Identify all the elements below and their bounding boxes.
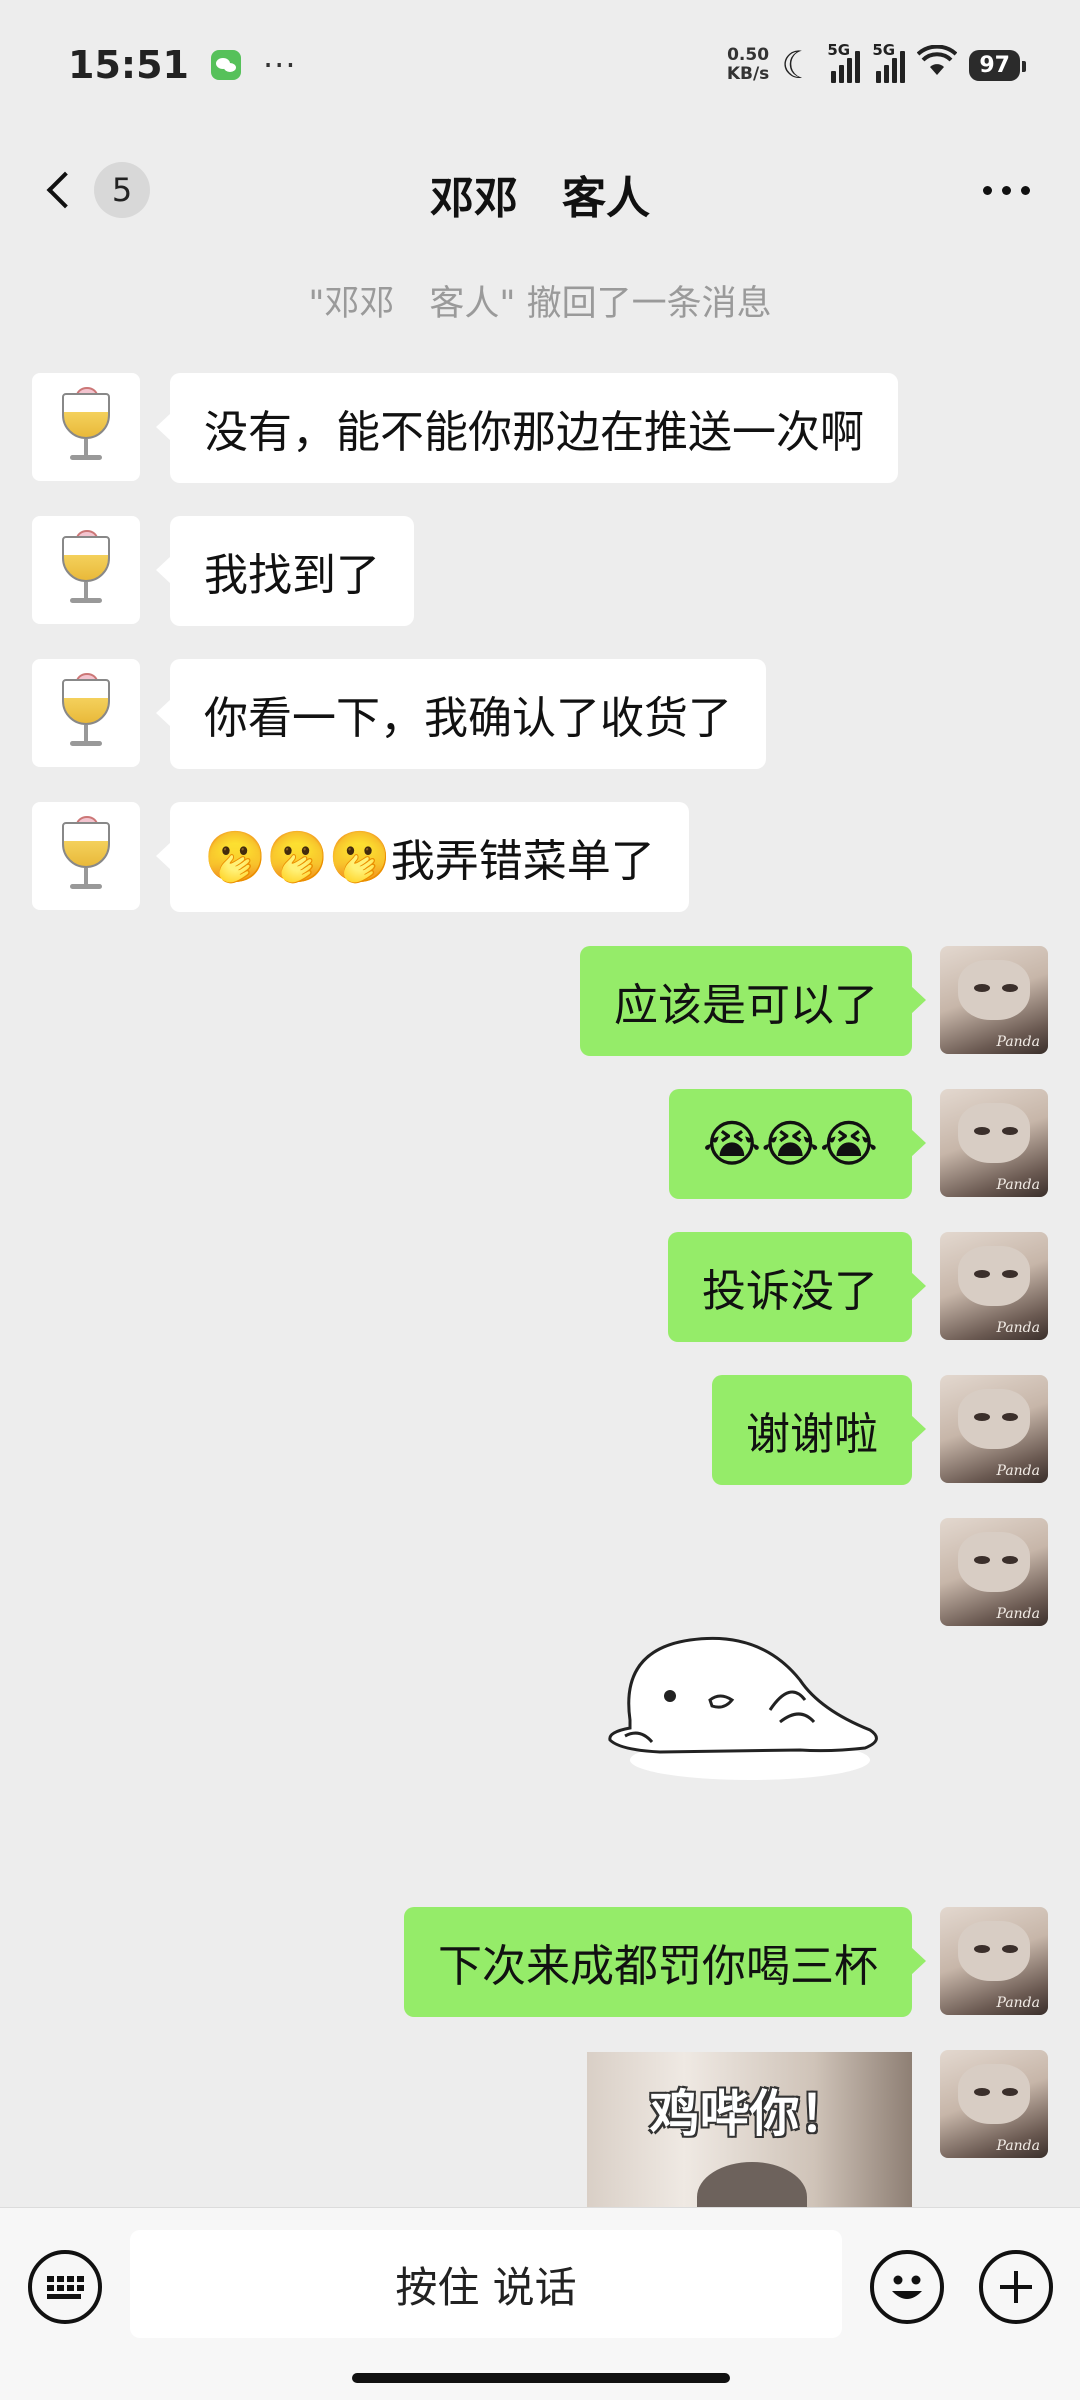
my-avatar[interactable]: Panda — [940, 946, 1048, 1054]
cat-photo — [697, 2162, 807, 2207]
more-functions-button[interactable] — [979, 2250, 1053, 2324]
network-speed: 0.50 KB/s — [727, 46, 769, 84]
emoji-button[interactable] — [870, 2250, 944, 2324]
sim1-network-type: 5G — [827, 41, 851, 59]
keyboard-icon — [46, 2275, 84, 2299]
network-speed-value: 0.50 — [727, 45, 770, 65]
message-bubble[interactable]: 投诉没了 — [668, 1232, 926, 1342]
plus-icon — [1000, 2271, 1032, 2303]
message-bubble[interactable]: 应该是可以了 — [580, 946, 926, 1056]
wine-glass-icon — [56, 816, 116, 896]
network-speed-unit: KB/s — [726, 64, 770, 84]
image-message[interactable]: 鸡哔你！ — [587, 2052, 912, 2207]
status-bar: 15:51 ··· 0.50 KB/s ☾ 5G 5G 97 — [0, 0, 1080, 130]
more-options-button[interactable] — [983, 186, 1030, 195]
chat-title: 邓邓 客人 — [430, 173, 650, 224]
avatar-label: Panda — [996, 1463, 1040, 1479]
sim2-network-type: 5G — [872, 41, 896, 59]
message-bubble[interactable]: 🫢🫢🫢 我弄错菜单了 — [156, 802, 689, 912]
message-bubble[interactable]: 没有，能不能你那边在推送一次啊 — [156, 373, 898, 483]
wine-glass-icon — [56, 530, 116, 610]
status-time: 15:51 — [68, 43, 189, 87]
contact-avatar[interactable] — [32, 659, 140, 767]
status-left: 15:51 ··· — [68, 43, 296, 87]
recall-notice: "邓邓 客人" 撤回了一条消息 — [308, 284, 772, 324]
avatar-label: Panda — [996, 1034, 1040, 1050]
message-bubble[interactable]: 😭😭😭 — [668, 1089, 927, 1199]
home-indicator[interactable] — [352, 2373, 730, 2383]
message-bubble[interactable]: 我找到了 — [156, 516, 414, 626]
avatar-label: Panda — [996, 1995, 1040, 2011]
message-text: 我弄错菜单了 — [390, 836, 655, 887]
message-bubble[interactable]: 下次来成都罚你喝三杯 — [404, 1907, 926, 2017]
contact-avatar[interactable] — [32, 802, 140, 910]
smiley-icon — [892, 2275, 922, 2299]
avatar-label: Panda — [996, 2138, 1040, 2154]
chat-header: 5 邓邓 客人 — [0, 130, 1080, 255]
wechat-notification-icon — [210, 50, 241, 80]
battery-level: 97 — [969, 49, 1026, 81]
signal-sim2-icon: 5G — [872, 41, 906, 83]
avatar-label: Panda — [996, 1177, 1040, 1193]
my-avatar[interactable]: Panda — [940, 1232, 1048, 1340]
my-avatar[interactable]: Panda — [940, 1375, 1048, 1483]
contact-avatar[interactable] — [32, 373, 140, 481]
wine-glass-icon — [56, 673, 116, 753]
keyboard-toggle-button[interactable] — [28, 2250, 102, 2324]
signal-sim1-icon: 5G — [827, 41, 861, 83]
avatar-label: Panda — [996, 1606, 1040, 1622]
more-notifications-icon: ··· — [262, 46, 297, 84]
wifi-icon — [917, 44, 958, 85]
hold-to-talk-button[interactable]: 按住 说话 — [130, 2230, 842, 2338]
my-avatar[interactable]: Panda — [940, 1907, 1048, 2015]
status-right: 0.50 KB/s ☾ 5G 5G 97 — [727, 41, 1026, 87]
message-bubble[interactable]: 谢谢啦 — [712, 1375, 926, 1485]
do-not-disturb-icon: ☾ — [781, 43, 816, 87]
emoji-group: 🫢🫢🫢 — [204, 828, 391, 886]
avatar-label: Panda — [996, 1320, 1040, 1336]
my-avatar[interactable]: Panda — [940, 2050, 1048, 2158]
wine-glass-icon — [56, 387, 116, 467]
message-bubble[interactable]: 你看一下，我确认了收货了 — [156, 659, 766, 769]
my-avatar[interactable]: Panda — [940, 1089, 1048, 1197]
input-bar: 按住 说话 — [0, 2207, 1080, 2400]
seal-sticker[interactable] — [600, 1610, 900, 1790]
contact-avatar[interactable] — [32, 516, 140, 624]
my-avatar[interactable]: Panda — [940, 1518, 1048, 1626]
emoji-group: 😭😭😭 — [702, 1115, 878, 1173]
image-caption: 鸡哔你！ — [649, 2085, 850, 2143]
